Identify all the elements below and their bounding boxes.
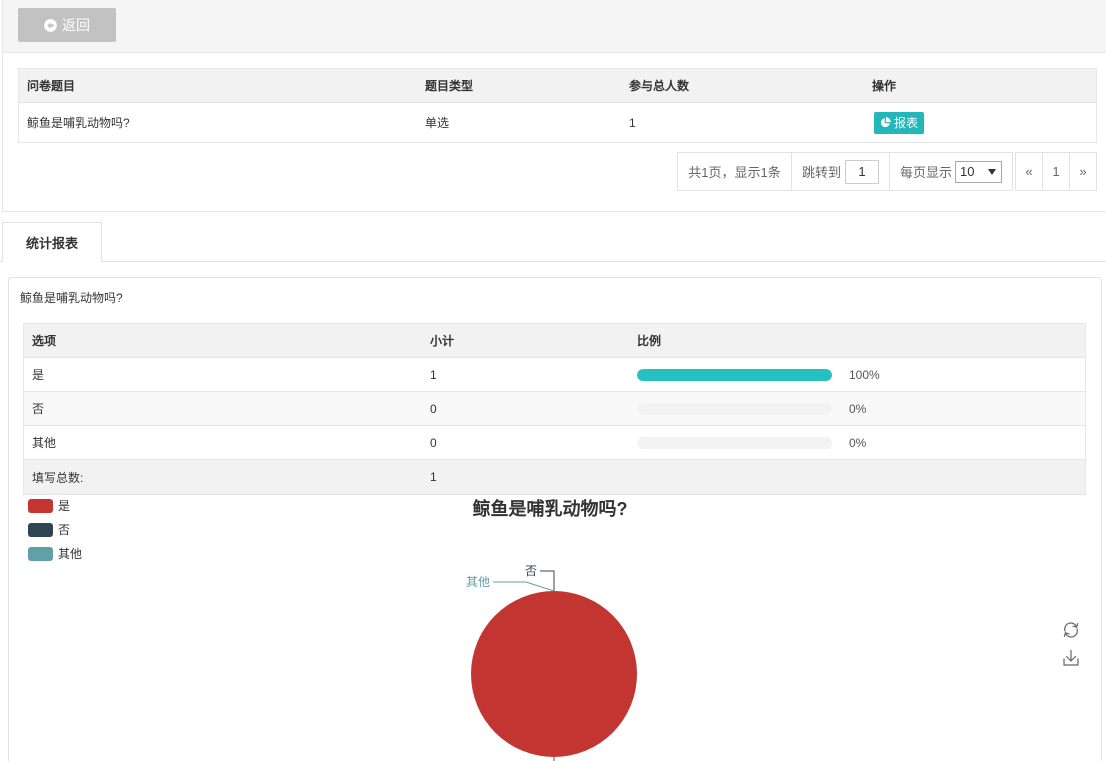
question-table: 问卷题目 题目类型 参与总人数 操作 鲸鱼是哺乳动物吗? 单选 1 报表 <box>18 68 1097 143</box>
legend-swatch[interactable] <box>28 523 53 537</box>
count-cell: 0 <box>430 435 437 450</box>
page-jump-label: 跳转到 <box>801 165 841 180</box>
column-header-participants: 参与总人数 <box>629 79 690 93</box>
back-button[interactable]: 返回 <box>18 8 116 42</box>
participant-count-cell: 1 <box>629 115 636 130</box>
action-cell: 报表 <box>864 111 1096 134</box>
pie-chart-icon <box>880 117 891 128</box>
ratio-progress-fill <box>637 368 832 381</box>
stats-row: 其他 0 0% <box>24 426 1085 460</box>
column-header-ratio: 比例 <box>637 334 662 348</box>
column-header-type: 题目类型 <box>425 79 474 93</box>
pie-slice[interactable] <box>471 591 637 757</box>
column-header-title: 问卷题目 <box>27 79 76 93</box>
ratio-cell: 0% <box>629 436 1085 450</box>
ratio-progress-bar <box>637 436 832 449</box>
report-question-title: 鲸鱼是哺乳动物吗? <box>20 291 123 305</box>
page-number-button[interactable]: 1 <box>1042 152 1070 191</box>
chart-title: 鲸鱼是哺乳动物吗? <box>473 498 628 519</box>
stats-row: 是 1 100% <box>24 358 1085 392</box>
option-cell: 是 <box>32 368 45 382</box>
stats-table: 选项 小计 比例 是 1 100% 否 0 0% 其他 0 0% 填写总数: 1 <box>23 323 1086 495</box>
caret-down-icon <box>988 168 996 175</box>
option-cell: 否 <box>32 402 45 416</box>
page-jump: 跳转到 <box>791 152 890 191</box>
circle-arrow-left-icon <box>44 18 57 32</box>
ratio-percent: 0% <box>849 401 867 416</box>
back-button-label: 返回 <box>62 17 90 33</box>
total-label: 填写总数: <box>32 470 84 485</box>
question-list-panel: 返回 问卷题目 题目类型 参与总人数 操作 鲸鱼是哺乳动物吗? 单选 1 报表 <box>2 0 1106 212</box>
page-size-value: 10 <box>960 164 975 179</box>
tab-bar: 统计报表 <box>0 222 1106 262</box>
panel-heading <box>3 0 1106 53</box>
stats-header-row: 选项 小计 比例 <box>24 324 1085 358</box>
legend-label[interactable]: 其他 <box>58 547 82 561</box>
column-header-count: 小计 <box>430 334 455 348</box>
table-header-row: 问卷题目 题目类型 参与总人数 操作 <box>19 69 1096 103</box>
page-summary: 共1页，显示1条 <box>677 152 792 191</box>
page-size-label: 每页显示 <box>899 165 952 180</box>
ratio-percent: 100% <box>849 367 880 382</box>
legend-label[interactable]: 否 <box>58 523 70 537</box>
pie-label: 其他 <box>466 575 490 589</box>
tab-statistics-report[interactable]: 统计报表 <box>2 222 102 262</box>
pagination: 共1页，显示1条 跳转到 每页显示 10 « 1 » <box>677 152 1097 191</box>
count-cell: 0 <box>430 401 437 416</box>
report-button-label: 报表 <box>894 116 919 130</box>
question-title-cell: 鲸鱼是哺乳动物吗? <box>27 116 130 130</box>
chart-layer: 是否其他是否其他 <box>28 499 637 761</box>
page-size: 每页显示 10 <box>889 152 1013 191</box>
ratio-progress-bar <box>637 402 832 415</box>
pie-label: 否 <box>525 564 537 578</box>
report-panel: 鲸鱼是哺乳动物吗? 选项 小计 比例 是 1 100% 否 0 0% 其他 0 … <box>8 277 1102 761</box>
pie-label-line <box>540 570 555 591</box>
download-icon[interactable] <box>1063 649 1079 666</box>
column-header-option: 选项 <box>32 334 57 348</box>
ratio-cell: 0% <box>629 402 1085 416</box>
report-button[interactable]: 报表 <box>874 111 925 134</box>
page-size-select[interactable]: 10 <box>955 160 1002 183</box>
ratio-percent: 0% <box>849 435 867 450</box>
table-row: 鲸鱼是哺乳动物吗? 单选 1 报表 <box>19 103 1096 142</box>
prev-page-button[interactable]: « <box>1015 152 1043 191</box>
legend-swatch[interactable] <box>28 499 53 513</box>
ratio-progress-bar <box>637 368 832 381</box>
pie-label-line <box>553 757 555 761</box>
total-value: 1 <box>430 470 437 484</box>
legend-swatch[interactable] <box>28 547 53 561</box>
legend-label[interactable]: 是 <box>58 499 70 513</box>
pie-chart: 鲸鱼是哺乳动物吗? 是否其他是否其他 <box>28 498 1079 761</box>
refresh-icon[interactable] <box>1063 622 1079 638</box>
question-type-cell: 单选 <box>425 116 450 130</box>
column-header-actions: 操作 <box>872 79 897 93</box>
option-cell: 其他 <box>32 436 57 450</box>
next-page-button[interactable]: » <box>1069 152 1097 191</box>
page-jump-input[interactable] <box>845 159 879 184</box>
ratio-cell: 100% <box>629 368 1085 382</box>
count-cell: 1 <box>430 367 437 382</box>
pie-label-line <box>493 581 555 592</box>
stats-row: 否 0 0% <box>24 392 1085 426</box>
stats-total-row: 填写总数: 1 <box>24 460 1085 494</box>
